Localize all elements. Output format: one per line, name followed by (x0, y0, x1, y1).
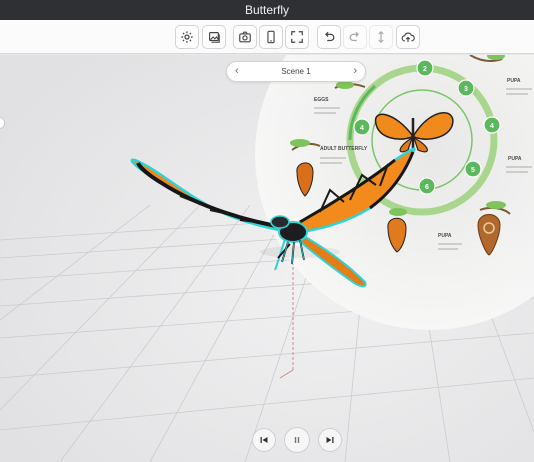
pause-button[interactable] (284, 427, 310, 453)
expand-icon (291, 31, 303, 43)
scene-selector: ‹ Scene 1 › (226, 61, 366, 82)
stage-number-3: 3 (464, 86, 468, 93)
skip-forward-icon (326, 437, 334, 443)
next-step-button[interactable] (318, 428, 342, 452)
skip-back-icon (260, 437, 268, 443)
pause-icon (294, 437, 300, 443)
gallery-button[interactable] (202, 25, 226, 49)
cloud-upload-button[interactable] (396, 25, 420, 49)
app-window: Butterfly 2 3 4 4 5 6 EGGS ADULT BUTTERF… (0, 0, 534, 462)
title-bar: Butterfly (0, 0, 534, 20)
chevron-right-icon[interactable]: › (353, 66, 357, 77)
redo-icon (349, 31, 359, 42)
move-vertical-icon (378, 30, 384, 44)
toolbar (0, 20, 534, 54)
window-title: Butterfly (244, 3, 289, 17)
screenshot-button[interactable] (233, 25, 257, 49)
device-preview-button[interactable] (259, 25, 283, 49)
stage-number-4b: 4 (360, 125, 364, 132)
scene-label: Scene 1 (281, 67, 311, 76)
phone-icon (267, 30, 275, 44)
camera-icon (239, 31, 251, 43)
scene-viewport[interactable]: 2 3 4 4 5 6 EGGS ADULT BUTTERFLY PUPA PU… (0, 55, 534, 462)
stage-label-eggs: EGGS (314, 97, 329, 103)
chevron-left-icon[interactable]: ‹ (235, 66, 239, 77)
gear-icon (181, 31, 193, 43)
stage-label-pupa-2: PUPA (508, 156, 522, 162)
playback-controls (252, 427, 342, 454)
settings-button[interactable] (175, 25, 199, 49)
transform-button[interactable] (369, 25, 393, 49)
stage-number-4a: 4 (490, 123, 494, 130)
redo-button[interactable] (343, 25, 367, 49)
stage-number-2: 2 (423, 66, 427, 73)
undo-button[interactable] (317, 25, 341, 49)
stage-label-adult: ADULT BUTTERFLY (320, 146, 368, 152)
image-stack-icon (209, 32, 220, 43)
stage-label-pupa-1: PUPA (507, 78, 521, 84)
cloud-upload-icon (401, 32, 415, 42)
fullscreen-button[interactable] (285, 25, 309, 49)
floor-grid: 2 3 4 4 5 6 EGGS ADULT BUTTERFLY PUPA PU… (0, 55, 534, 462)
undo-icon (325, 31, 335, 42)
stage-number-6: 6 (425, 184, 429, 191)
previous-step-button[interactable] (252, 428, 276, 452)
stage-number-5: 5 (471, 167, 475, 174)
stage-label-pupa-3: PUPA (438, 233, 452, 239)
